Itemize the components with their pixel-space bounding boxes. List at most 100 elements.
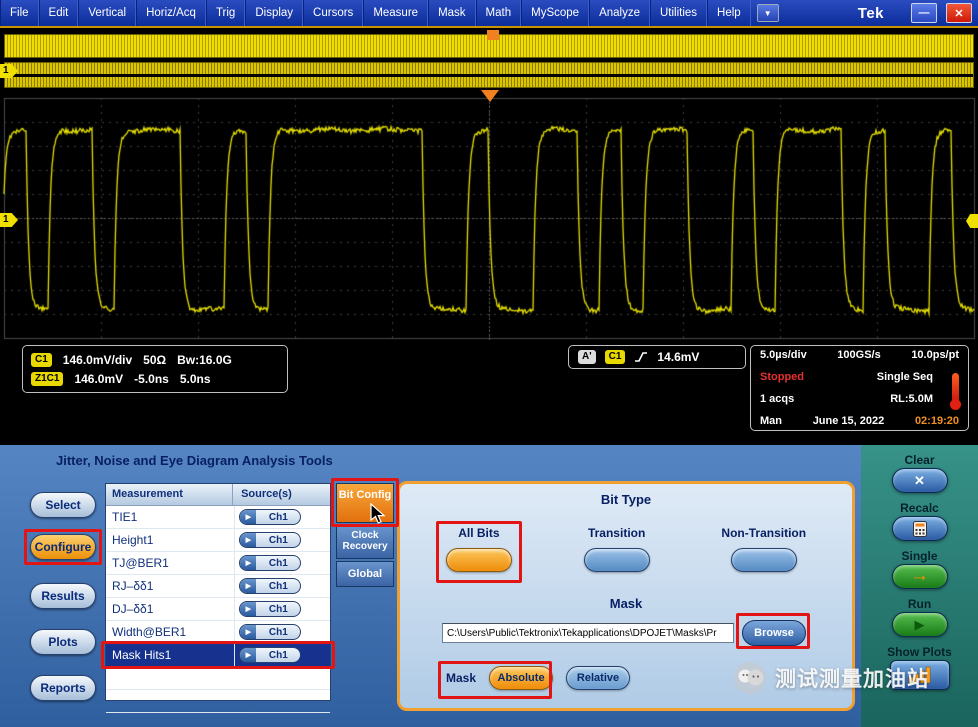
table-row[interactable]: TIE1 ▶Ch1 bbox=[106, 506, 330, 529]
acq-status: Stopped bbox=[760, 371, 804, 383]
non-transition-button[interactable] bbox=[731, 548, 797, 572]
transition-button[interactable] bbox=[584, 548, 650, 572]
menu-item-measure[interactable]: Measure bbox=[363, 0, 428, 26]
dpojet-title: Jitter, Noise and Eye Diagram Analysis T… bbox=[56, 453, 333, 468]
c1-bandwidth: Bw:16.0G bbox=[177, 353, 232, 367]
option-transition: Transition bbox=[584, 526, 650, 572]
clear-x-icon: ✕ bbox=[914, 473, 925, 489]
table-row[interactable]: RJ–δδ1 ▶Ch1 bbox=[106, 575, 330, 598]
source-arrow-icon: ▶ bbox=[240, 625, 256, 639]
source-button[interactable]: ▶Ch1 bbox=[239, 647, 301, 663]
tab-bit-config[interactable]: Bit Config bbox=[336, 483, 394, 523]
table-row[interactable]: Height1 ▶Ch1 bbox=[106, 529, 330, 552]
source-arrow-icon: ▶ bbox=[240, 533, 256, 547]
resolution: 10.0ps/pt bbox=[911, 349, 959, 361]
option-all-bits: All Bits bbox=[446, 526, 512, 572]
minimize-button[interactable]: — bbox=[911, 3, 937, 23]
menu-item-mask[interactable]: Mask bbox=[428, 0, 475, 26]
horizontal-readout-box: 5.0µs/div 100GS/s 10.0ps/pt Stopped Sing… bbox=[750, 345, 969, 431]
bit-type-options: All Bits Transition Non-Transition bbox=[410, 526, 842, 572]
source-arrow-icon: ▶ bbox=[240, 648, 256, 662]
menu-item-horiz-acq[interactable]: Horiz/Acq bbox=[136, 0, 206, 26]
z1c1-badge: Z1C1 bbox=[31, 372, 63, 386]
run-button[interactable]: ▶ bbox=[892, 612, 948, 637]
table-row[interactable]: TJ@BER1 ▶Ch1 bbox=[106, 552, 330, 575]
browse-button[interactable]: Browse bbox=[742, 620, 806, 646]
table-row[interactable]: DJ–δδ1 ▶Ch1 bbox=[106, 598, 330, 621]
menu-item-trig[interactable]: Trig bbox=[206, 0, 245, 26]
tek-logo: Tek bbox=[858, 5, 884, 22]
source-button[interactable]: ▶Ch1 bbox=[239, 555, 301, 571]
table-row[interactable]: Width@BER1 ▶Ch1 bbox=[106, 621, 330, 644]
trigger-mode: Man bbox=[760, 415, 782, 427]
calculator-icon bbox=[913, 521, 927, 537]
mask-path-input[interactable] bbox=[442, 623, 734, 643]
clear-button[interactable]: ✕ bbox=[892, 468, 948, 493]
zoom-start: -5.0ns bbox=[134, 372, 169, 386]
table-row-empty bbox=[106, 667, 330, 690]
single-button[interactable]: → bbox=[892, 564, 948, 589]
mask-label: Mask bbox=[446, 671, 476, 685]
watermark: 测试测量加油站 bbox=[733, 661, 929, 695]
table-row-selected[interactable]: Mask Hits1 ▶Ch1 bbox=[106, 644, 330, 667]
source-button[interactable]: ▶Ch1 bbox=[239, 532, 301, 548]
mask-path-row: Browse bbox=[442, 620, 836, 646]
header-source: Source(s) bbox=[232, 484, 330, 505]
menu-bar: File Edit Vertical Horiz/Acq Trig Displa… bbox=[0, 0, 978, 26]
mask-title: Mask bbox=[400, 596, 852, 611]
close-button[interactable]: ✕ bbox=[946, 3, 972, 23]
acq-mode: Single Seq bbox=[877, 371, 933, 383]
mask-absolute-button[interactable]: Absolute bbox=[489, 666, 553, 690]
menu-item-vertical[interactable]: Vertical bbox=[78, 0, 136, 26]
nav-results-button[interactable]: Results bbox=[30, 583, 96, 609]
mask-relative-button[interactable]: Relative bbox=[566, 666, 630, 690]
oscilloscope-screen: File Edit Vertical Horiz/Acq Trig Displa… bbox=[0, 0, 978, 727]
nav-reports-button[interactable]: Reports bbox=[30, 675, 96, 701]
nav-plots-button[interactable]: Plots bbox=[30, 629, 96, 655]
chevron-down-icon[interactable]: ▼ bbox=[757, 4, 779, 22]
nav-select-button[interactable]: Select bbox=[30, 492, 96, 518]
readout-strip: C1 146.0mV/div 50Ω Bw:16.0G Z1C1 146.0mV… bbox=[0, 340, 978, 445]
watermark-text: 测试测量加油站 bbox=[775, 663, 929, 693]
menu-item-edit[interactable]: Edit bbox=[39, 0, 79, 26]
menu-item-myscope[interactable]: MyScope bbox=[521, 0, 589, 26]
source-arrow-icon: ▶ bbox=[240, 510, 256, 524]
mask-mode-row: Mask Absolute Relative bbox=[446, 666, 630, 690]
date-label: June 15, 2022 bbox=[813, 415, 885, 427]
trigger-readout-box: A' C1 14.6mV bbox=[568, 345, 746, 369]
menu-item-cursors[interactable]: Cursors bbox=[303, 0, 363, 26]
source-button[interactable]: ▶Ch1 bbox=[239, 624, 301, 640]
menu-item-analyze[interactable]: Analyze bbox=[589, 0, 650, 26]
z1c1-scale: 146.0mV bbox=[74, 372, 123, 386]
menu-item-display[interactable]: Display bbox=[245, 0, 303, 26]
menu-item-utilities[interactable]: Utilities bbox=[650, 0, 707, 26]
source-arrow-icon: ▶ bbox=[240, 602, 256, 616]
measurement-table: Measurement Source(s) TIE1 ▶Ch1 Height1 … bbox=[105, 483, 331, 701]
channel-readout-box: C1 146.0mV/div 50Ω Bw:16.0G Z1C1 146.0mV… bbox=[22, 345, 288, 393]
single-label: Single bbox=[861, 549, 978, 563]
nav-configure-button[interactable]: Configure bbox=[30, 534, 96, 560]
zoom-window-band[interactable] bbox=[4, 62, 974, 88]
recalc-button[interactable] bbox=[892, 516, 948, 541]
zoom-end: 5.0ns bbox=[180, 372, 211, 386]
menu-item-help[interactable]: Help bbox=[707, 0, 751, 26]
record-length: RL:5.0M bbox=[890, 393, 933, 405]
single-arrow-icon: → bbox=[910, 566, 929, 585]
source-arrow-icon: ▶ bbox=[240, 579, 256, 593]
table-row-empty bbox=[106, 690, 330, 713]
c1-impedance: 50Ω bbox=[143, 353, 166, 367]
rising-edge-icon bbox=[634, 351, 648, 363]
trigger-position-marker[interactable] bbox=[487, 30, 499, 40]
header-measurement: Measurement bbox=[106, 484, 232, 505]
thermometer-icon bbox=[952, 373, 959, 405]
all-bits-button[interactable] bbox=[446, 548, 512, 572]
time-label: 02:19:20 bbox=[915, 415, 959, 427]
tab-global[interactable]: Global bbox=[336, 561, 394, 587]
source-button[interactable]: ▶Ch1 bbox=[239, 578, 301, 594]
menu-item-file[interactable]: File bbox=[0, 0, 39, 26]
source-button[interactable]: ▶Ch1 bbox=[239, 509, 301, 525]
menu-item-math[interactable]: Math bbox=[476, 0, 522, 26]
tab-clock-recovery[interactable]: Clock Recovery bbox=[336, 525, 394, 559]
source-button[interactable]: ▶Ch1 bbox=[239, 601, 301, 617]
sample-rate: 100GS/s bbox=[837, 349, 880, 361]
